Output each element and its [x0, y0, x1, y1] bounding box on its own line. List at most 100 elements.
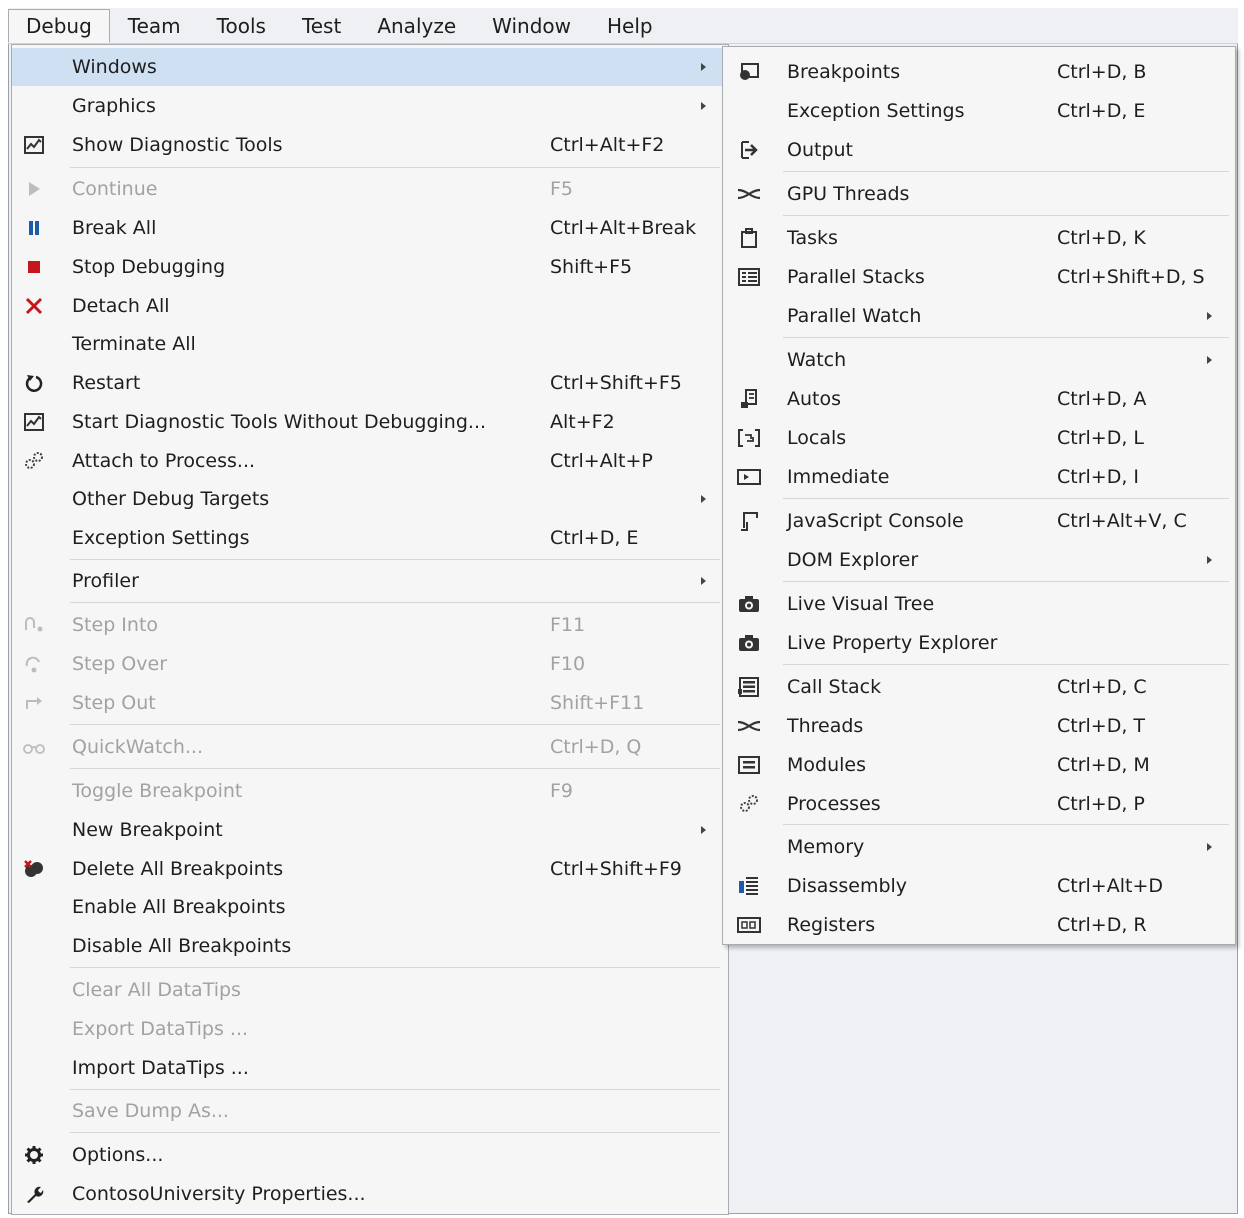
menu-item-detach-all[interactable]: Detach All — [12, 287, 728, 325]
menu-item-exception-settings[interactable]: Exception Settings Ctrl+D, E — [12, 519, 728, 557]
submenu-item-label: JavaScript Console — [787, 510, 964, 532]
menu-separator — [70, 559, 720, 560]
menu-item-label: QuickWatch... — [72, 736, 203, 758]
step-into-icon — [22, 613, 46, 637]
submenu-item-parallel-watch[interactable]: Parallel Watch — [723, 297, 1235, 335]
menu-item-continue[interactable]: Continue F5 — [12, 170, 728, 208]
menu-item-windows[interactable]: Windows — [12, 48, 728, 86]
menu-item-save-dump-as[interactable]: Save Dump As... — [12, 1092, 728, 1130]
menu-item-step-into[interactable]: Step Into F11 — [12, 606, 728, 644]
submenu-item-javascript-console[interactable]: JavaScript Console Ctrl+Alt+V, C — [723, 502, 1235, 540]
submenu-item-disassembly[interactable]: Disassembly Ctrl+Alt+D — [723, 867, 1235, 905]
submenu-item-tasks[interactable]: Tasks Ctrl+D, K — [723, 219, 1235, 257]
submenu-item-modules[interactable]: Modules Ctrl+D, M — [723, 746, 1235, 784]
menu-item-enable-all-breakpoints[interactable]: Enable All Breakpoints — [12, 888, 728, 926]
menu-item-disable-all-breakpoints[interactable]: Disable All Breakpoints — [12, 927, 728, 965]
menu-item-label: Restart — [72, 372, 141, 394]
menu-item-export-datatips[interactable]: Export DataTips ... — [12, 1010, 728, 1048]
menu-item-label: Delete All Breakpoints — [72, 858, 284, 880]
menu-item-stop-debugging[interactable]: Stop Debugging Shift+F5 — [12, 248, 728, 286]
menu-item-terminate-all[interactable]: Terminate All — [12, 325, 728, 363]
modules-icon — [737, 753, 761, 777]
menu-item-restart[interactable]: Restart Ctrl+Shift+F5 — [12, 364, 728, 402]
menu-item-label: Start Diagnostic Tools Without Debugging… — [72, 411, 487, 433]
submenu-item-shortcut: Ctrl+D, K — [1057, 227, 1146, 249]
submenu-item-exception-settings[interactable]: Exception Settings Ctrl+D, E — [723, 92, 1235, 130]
menu-item-label: Enable All Breakpoints — [72, 896, 286, 918]
menu-item-project-properties[interactable]: ContosoUniversity Properties... — [12, 1175, 728, 1213]
menu-separator — [70, 167, 720, 168]
immediate-icon — [737, 465, 761, 489]
glasses-icon — [22, 735, 46, 759]
menu-item-toggle-breakpoint[interactable]: Toggle Breakpoint F9 — [12, 772, 728, 810]
submenu-item-registers[interactable]: Registers Ctrl+D, R — [723, 906, 1235, 944]
menu-item-shortcut: Shift+F11 — [550, 692, 645, 714]
windows-submenu: Breakpoints Ctrl+D, B Exception Settings… — [722, 46, 1236, 945]
submenu-item-label: Processes — [787, 793, 881, 815]
gear-icon — [22, 1143, 46, 1167]
submenu-item-shortcut: Ctrl+D, L — [1057, 427, 1145, 449]
submenu-item-immediate[interactable]: Immediate Ctrl+D, I — [723, 458, 1235, 496]
submenu-item-autos[interactable]: Autos Ctrl+D, A — [723, 380, 1235, 418]
submenu-item-parallel-stacks[interactable]: Parallel Stacks Ctrl+Shift+D, S — [723, 258, 1235, 296]
submenu-item-label: Autos — [787, 388, 842, 410]
menu-item-label: Clear All DataTips — [72, 979, 241, 1001]
menu-item-label: Terminate All — [72, 333, 196, 355]
menu-debug[interactable]: Debug — [8, 8, 110, 43]
submenu-item-label: Modules — [787, 754, 866, 776]
menu-separator — [783, 498, 1229, 499]
menu-item-new-breakpoint[interactable]: New Breakpoint — [12, 811, 728, 849]
submenu-item-output[interactable]: Output — [723, 131, 1235, 169]
submenu-item-live-property-explorer[interactable]: Live Property Explorer — [723, 624, 1235, 662]
menu-separator — [783, 581, 1229, 582]
submenu-item-dom-explorer[interactable]: DOM Explorer — [723, 541, 1235, 579]
menu-item-shortcut: Ctrl+Alt+Break — [550, 217, 697, 239]
tasks-icon — [737, 226, 761, 250]
submenu-item-watch[interactable]: Watch — [723, 341, 1235, 379]
detach-icon — [22, 294, 46, 318]
menu-item-graphics[interactable]: Graphics — [12, 87, 728, 125]
menu-item-show-diagnostic-tools[interactable]: Show Diagnostic Tools Ctrl+Alt+F2 — [12, 126, 728, 164]
menu-separator — [70, 967, 720, 968]
diagnostic-tools-icon — [22, 133, 46, 157]
menu-item-profiler[interactable]: Profiler — [12, 562, 728, 600]
menu-item-step-out[interactable]: Step Out Shift+F11 — [12, 684, 728, 722]
submenu-item-memory[interactable]: Memory — [723, 828, 1235, 866]
submenu-item-live-visual-tree[interactable]: Live Visual Tree — [723, 585, 1235, 623]
menu-item-delete-all-breakpoints[interactable]: Delete All Breakpoints Ctrl+Shift+F9 — [12, 850, 728, 888]
menu-team[interactable]: Team — [110, 9, 199, 43]
menu-item-clear-all-datatips[interactable]: Clear All DataTips — [12, 971, 728, 1009]
menu-item-label: ContosoUniversity Properties... — [72, 1183, 366, 1205]
menu-item-attach-to-process[interactable]: Attach to Process... Ctrl+Alt+P — [12, 442, 728, 480]
menu-item-step-over[interactable]: Step Over F10 — [12, 645, 728, 683]
menu-item-shortcut: F11 — [550, 614, 586, 636]
menu-item-options[interactable]: Options... — [12, 1136, 728, 1174]
menu-test[interactable]: Test — [284, 9, 359, 43]
submenu-item-breakpoints[interactable]: Breakpoints Ctrl+D, B — [723, 53, 1235, 91]
camera-icon — [737, 631, 761, 655]
menu-item-import-datatips[interactable]: Import DataTips ... — [12, 1049, 728, 1087]
menu-tools[interactable]: Tools — [199, 9, 284, 43]
gears-icon — [22, 449, 46, 473]
menu-help[interactable]: Help — [589, 9, 671, 43]
menu-separator — [70, 602, 720, 603]
submenu-item-processes[interactable]: Processes Ctrl+D, P — [723, 785, 1235, 823]
diagnostic-tools-icon — [22, 410, 46, 434]
menu-item-label: Import DataTips ... — [72, 1057, 249, 1079]
submenu-item-threads[interactable]: Threads Ctrl+D, T — [723, 707, 1235, 745]
submenu-item-gpu-threads[interactable]: GPU Threads — [723, 175, 1235, 213]
submenu-item-shortcut: Ctrl+D, I — [1057, 466, 1140, 488]
menu-window[interactable]: Window — [474, 9, 589, 43]
menu-item-start-diagnostic-tools[interactable]: Start Diagnostic Tools Without Debugging… — [12, 403, 728, 441]
submenu-item-call-stack[interactable]: Call Stack Ctrl+D, C — [723, 668, 1235, 706]
menu-analyze[interactable]: Analyze — [359, 9, 474, 43]
menu-item-quickwatch[interactable]: QuickWatch... Ctrl+D, Q — [12, 728, 728, 766]
submenu-item-shortcut: Ctrl+Shift+D, S — [1057, 266, 1205, 288]
submenu-item-locals[interactable]: Locals Ctrl+D, L — [723, 419, 1235, 457]
menu-item-other-debug-targets[interactable]: Other Debug Targets — [12, 480, 728, 518]
menu-item-shortcut: Alt+F2 — [550, 411, 615, 433]
submenu-arrow-icon — [701, 102, 706, 110]
menu-item-label: Export DataTips ... — [72, 1018, 249, 1040]
submenu-arrow-icon — [1207, 843, 1212, 851]
menu-item-break-all[interactable]: Break All Ctrl+Alt+Break — [12, 209, 728, 247]
